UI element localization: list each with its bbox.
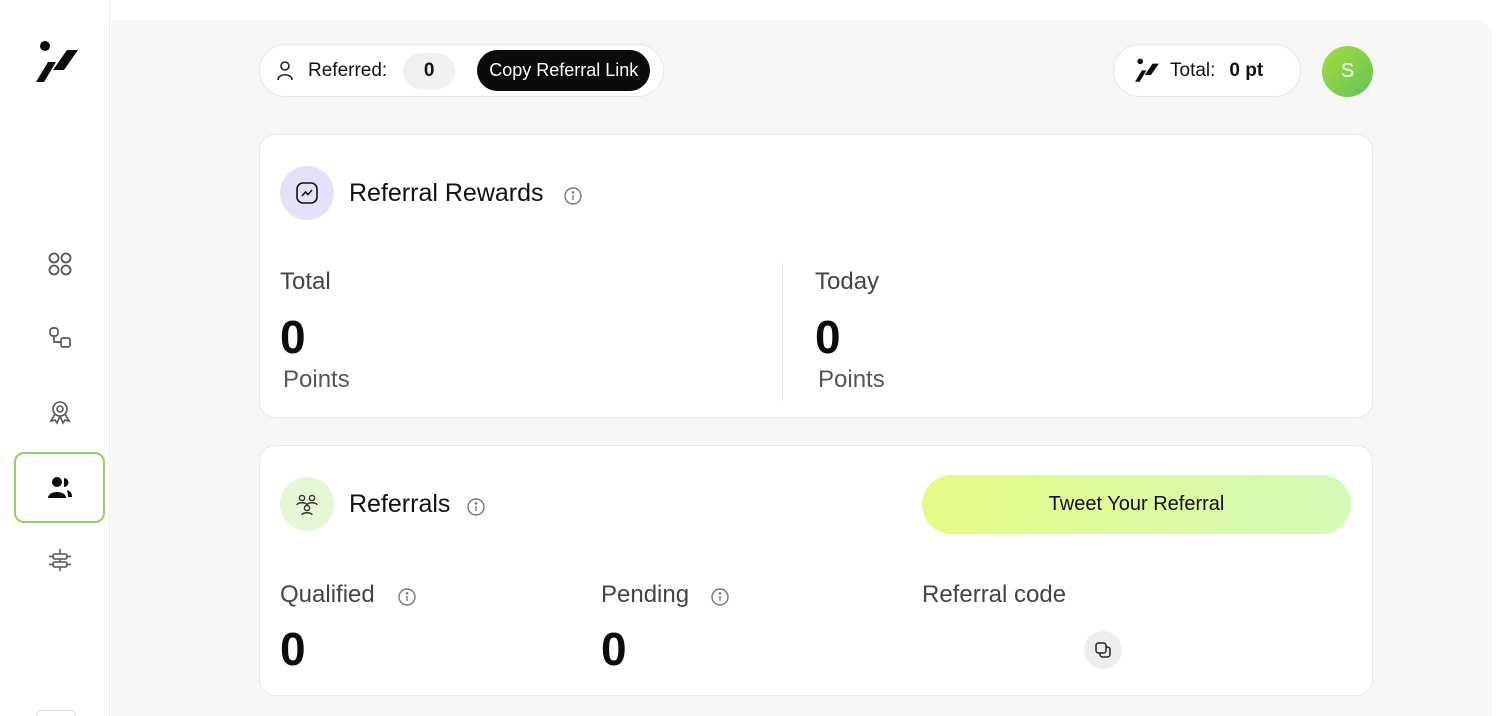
badge-icon (48, 400, 71, 425)
copy-code-button[interactable] (1084, 631, 1122, 669)
rewards-today-unit: Points (818, 366, 885, 393)
sidebar (0, 0, 110, 716)
rewards-total-unit: Points (283, 366, 350, 393)
main-content: Referred: 0 Copy Referral Link Total: 0 … (111, 20, 1492, 716)
group-icon (280, 477, 334, 531)
pending-value: 0 (601, 623, 627, 675)
chart-icon (280, 166, 334, 220)
referrals-title: Referrals (349, 490, 451, 518)
user-avatar[interactable]: S (1322, 46, 1373, 97)
rewards-total-value: 0 (280, 311, 306, 363)
copy-icon (1095, 642, 1111, 658)
grid-icon (48, 252, 71, 275)
users-icon (47, 476, 72, 498)
info-icon[interactable] (563, 186, 583, 206)
pending-label: Pending (601, 581, 690, 608)
nav-referrals[interactable] (14, 452, 105, 523)
referred-summary: Referred: 0 Copy Referral Link (259, 44, 664, 97)
sidebar-collapse-button[interactable] (36, 710, 76, 716)
copy-referral-link-button[interactable]: Copy Referral Link (477, 50, 651, 91)
rewards-today-label: Today (815, 268, 880, 295)
nav-dashboard[interactable] (14, 228, 105, 299)
total-value: 0 pt (1229, 59, 1264, 81)
rewards-total-label: Total (280, 268, 331, 295)
sliders-icon (48, 548, 71, 571)
nav-settings[interactable] (14, 524, 105, 595)
workflow-icon (48, 326, 71, 348)
app-window: Referred: 0 Copy Referral Link Total: 0 … (0, 0, 1498, 716)
rewards-title: Referral Rewards (349, 179, 544, 207)
referral-rewards-card: Referral Rewards Total 0 Points Today 0 … (259, 134, 1373, 418)
user-outline-icon (277, 60, 293, 80)
info-icon[interactable] (710, 587, 730, 607)
info-icon[interactable] (397, 587, 417, 607)
info-icon[interactable] (466, 497, 486, 517)
nav-workflows[interactable] (14, 302, 105, 373)
qualified-label: Qualified (280, 581, 375, 608)
stat-divider (782, 263, 783, 401)
total-label: Total: (1170, 59, 1216, 81)
nav-rewards[interactable] (14, 376, 105, 447)
referred-label: Referred: (308, 59, 388, 81)
brand-logo-icon[interactable] (34, 40, 80, 86)
total-points-summary: Total: 0 pt (1113, 44, 1301, 97)
referred-count: 0 (403, 52, 456, 89)
referral-code-label: Referral code (922, 581, 1067, 608)
tweet-referral-button[interactable]: Tweet Your Referral (922, 475, 1351, 534)
referrals-card: Referrals Tweet Your Referral Qualified … (259, 445, 1373, 696)
qualified-value: 0 (280, 623, 306, 675)
rewards-today-value: 0 (815, 311, 841, 363)
brand-logo-icon (1135, 58, 1159, 82)
